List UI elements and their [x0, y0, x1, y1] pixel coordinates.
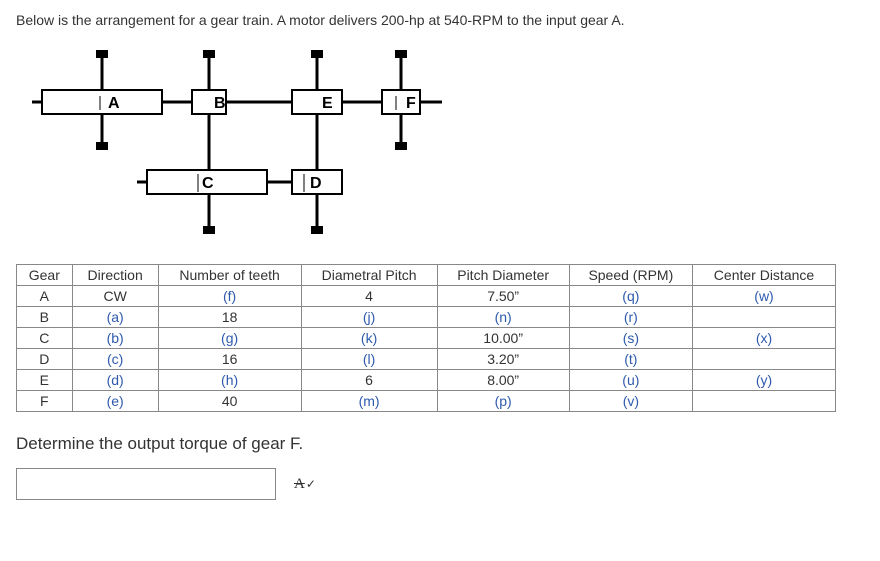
- cell-dp: (l): [301, 349, 437, 370]
- gear-label-a: A: [108, 95, 120, 112]
- cell-rpm: (u): [569, 370, 692, 391]
- gear-label-c: C: [202, 175, 214, 192]
- cell-pd: 7.50”: [437, 286, 569, 307]
- cell-dir: (c): [72, 349, 158, 370]
- cell-dp: 6: [301, 370, 437, 391]
- cell-teeth: (h): [158, 370, 301, 391]
- cell-gear: E: [17, 370, 73, 391]
- gear-label-b: B: [214, 95, 226, 112]
- problem-statement: Below is the arrangement for a gear trai…: [16, 12, 864, 28]
- answer-row: A✓: [16, 468, 864, 500]
- cell-pd: 8.00”: [437, 370, 569, 391]
- cell-rpm: (r): [569, 307, 692, 328]
- col-rpm: Speed (RPM): [569, 265, 692, 286]
- gear-train-diagram: A B C D E F: [22, 42, 864, 242]
- gear-data-table: Gear Direction Number of teeth Diametral…: [16, 264, 836, 412]
- cell-teeth: 16: [158, 349, 301, 370]
- col-direction: Direction: [72, 265, 158, 286]
- cell-cd: [693, 349, 836, 370]
- cell-dir: (e): [72, 391, 158, 412]
- table-row: ACW(f)47.50”(q)(w): [17, 286, 836, 307]
- cell-rpm: (t): [569, 349, 692, 370]
- table-row: D(c)16(l)3.20”(t): [17, 349, 836, 370]
- cell-dp: 4: [301, 286, 437, 307]
- table-row: C(b)(g)(k)10.00”(s)(x): [17, 328, 836, 349]
- table-row: E(d)(h)68.00”(u)(y): [17, 370, 836, 391]
- cell-pd: 10.00”: [437, 328, 569, 349]
- cell-teeth: (f): [158, 286, 301, 307]
- cell-rpm: (q): [569, 286, 692, 307]
- cell-gear: C: [17, 328, 73, 349]
- col-gear: Gear: [17, 265, 73, 286]
- col-pd: Pitch Diameter: [437, 265, 569, 286]
- cell-gear: D: [17, 349, 73, 370]
- cell-teeth: 40: [158, 391, 301, 412]
- gear-label-f: F: [406, 95, 416, 112]
- col-cd: Center Distance: [693, 265, 836, 286]
- col-dp: Diametral Pitch: [301, 265, 437, 286]
- cell-gear: A: [17, 286, 73, 307]
- answer-input[interactable]: [16, 468, 276, 500]
- cell-teeth: (g): [158, 328, 301, 349]
- table-row: B(a)18(j)(n)(r): [17, 307, 836, 328]
- cell-gear: F: [17, 391, 73, 412]
- table-header-row: Gear Direction Number of teeth Diametral…: [17, 265, 836, 286]
- gear-label-d: D: [310, 175, 322, 192]
- cell-dp: (k): [301, 328, 437, 349]
- cell-dp: (j): [301, 307, 437, 328]
- cell-dir: (b): [72, 328, 158, 349]
- cell-gear: B: [17, 307, 73, 328]
- format-check-icon[interactable]: A✓: [294, 476, 316, 493]
- cell-pd: (n): [437, 307, 569, 328]
- cell-dir: (d): [72, 370, 158, 391]
- cell-dir: CW: [72, 286, 158, 307]
- cell-cd: [693, 307, 836, 328]
- cell-pd: (p): [437, 391, 569, 412]
- gear-label-e: E: [322, 95, 333, 112]
- col-teeth: Number of teeth: [158, 265, 301, 286]
- cell-rpm: (s): [569, 328, 692, 349]
- table-row: F(e)40(m)(p)(v): [17, 391, 836, 412]
- cell-cd: (w): [693, 286, 836, 307]
- cell-teeth: 18: [158, 307, 301, 328]
- cell-rpm: (v): [569, 391, 692, 412]
- cell-cd: (x): [693, 328, 836, 349]
- cell-cd: [693, 391, 836, 412]
- cell-pd: 3.20”: [437, 349, 569, 370]
- cell-cd: (y): [693, 370, 836, 391]
- question-text: Determine the output torque of gear F.: [16, 434, 864, 454]
- cell-dir: (a): [72, 307, 158, 328]
- cell-dp: (m): [301, 391, 437, 412]
